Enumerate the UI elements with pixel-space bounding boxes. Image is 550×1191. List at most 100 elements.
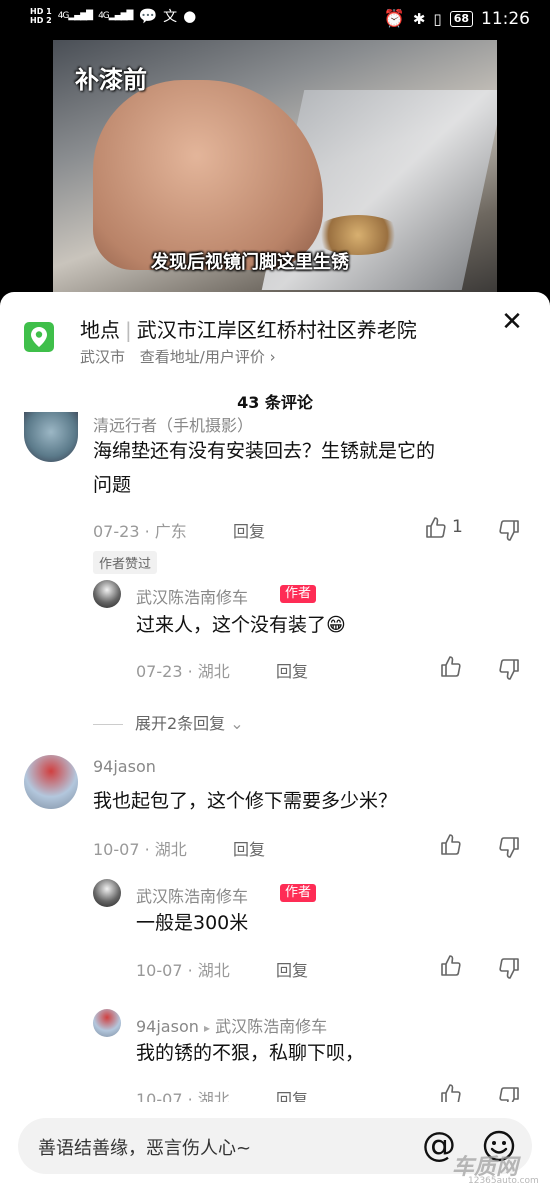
reply-to-arrow-icon: ▸ [203,1021,210,1035]
status-bar: HD 1 HD 2 4G▂▄▆█ 4G▂▄▆█ 💬 文 ● ⏰ ✱ ▯ 68 1… [0,0,550,40]
battery-icon: 68 [449,11,473,27]
mention-icon[interactable]: @ [422,1126,456,1164]
translate-icon: 文 [163,9,178,25]
comment-text-line: 海绵垫还有没有安装回去？生锈就是它的 [93,440,436,462]
expand-label: 展开2条回复 [135,714,226,733]
location-separator: | [125,318,132,342]
video-player[interactable]: 补漆前 发现后视镜门脚这里生锈 [53,40,497,292]
dislike-icon[interactable] [497,956,521,980]
comment-username[interactable]: 清远行者（手机摄影） [93,412,253,436]
comment-username-row: 94jason ▸ 武汉陈浩南修车 [136,1013,327,1037]
status-right: ⏰ ✱ ▯ 68 11:26 [384,9,530,29]
comment-username[interactable]: 武汉陈浩南修车 [136,584,248,608]
watermark-url: 12365auto.com [468,1176,539,1186]
location-pin-icon [24,322,54,352]
meta-separator: · [187,662,193,681]
bluetooth-icon: ✱ [412,10,426,28]
vibrate-icon: ▯ [433,10,442,28]
view-address-link[interactable]: 查看地址/用户评价 › [140,348,276,366]
comment-region: 湖北 [154,840,187,859]
reply-button[interactable]: 回复 [276,658,308,682]
like-icon[interactable] [424,516,448,540]
comment-region: 湖北 [197,961,230,980]
like-icon[interactable] [439,655,463,679]
dislike-icon[interactable] [497,1085,521,1102]
comment-count: 43 条评论 [237,393,313,412]
comment-username[interactable]: 94jason [136,1017,199,1036]
location-city: 武汉市 [80,348,126,366]
clock: 11:26 [481,9,530,29]
status-left: HD 1 HD 2 4G▂▄▆█ 4G▂▄▆█ 💬 文 ● [30,6,196,26]
meta-separator: · [144,522,150,541]
location-name: 武汉市江岸区红桥村社区养老院 [136,318,417,342]
comment-username[interactable]: 94jason [93,757,156,776]
comment-date: 07-23 [93,522,140,541]
comment-region: 湖北 [197,662,230,681]
avatar[interactable] [93,879,121,907]
reply-button[interactable]: 回复 [276,1086,308,1102]
comment-date: 10-07 [136,961,183,980]
chevron-down-icon: ⌄ [230,714,244,733]
comment-text: 海绵垫还有没有安装回去？生锈就是它的 问题 [93,434,435,502]
dislike-icon[interactable] [497,657,521,681]
comment-username[interactable]: 武汉陈浩南修车 [136,883,248,907]
comments-sheet: 地点 | 武汉市江岸区红桥村社区养老院 武汉市 查看地址/用户评价 › ✕ 43 条… [0,292,550,1191]
reply-button[interactable]: 回复 [276,957,308,981]
like-icon[interactable] [439,954,463,978]
sim1-label: HD 1 [30,7,52,16]
sim-indicators: HD 1 HD 2 [30,7,52,25]
divider [93,724,123,725]
comment-meta: 10-07 · 湖北 [93,836,187,860]
reply-to-username[interactable]: 武汉陈浩南修车 [215,1017,327,1036]
comment-meta: 10-07 · 湖北 [136,1086,230,1102]
comment-region: 广东 [154,522,187,541]
like-icon[interactable] [439,1083,463,1102]
avatar[interactable] [24,755,78,809]
author-liked-chip: 作者赞过 [93,551,158,574]
chevron-right-icon: › [269,348,276,366]
hand-image [93,80,323,270]
pin-glyph [31,327,47,347]
dislike-icon[interactable] [497,835,521,859]
comment-date: 10-07 [136,1090,183,1102]
alarm-icon: ⏰ [383,9,405,29]
reply-button[interactable]: 回复 [233,836,265,860]
author-badge: 作者 [280,585,317,603]
avatar[interactable] [93,580,121,608]
video-overlay-title: 补漆前 [75,66,147,94]
expand-replies-button[interactable]: 展开2条回复 ⌄ [93,710,244,734]
comment-date: 10-07 [93,840,140,859]
meta-separator: · [187,1090,193,1102]
dislike-icon[interactable] [497,518,521,542]
sim2-label: HD 2 [30,16,52,25]
signal-icon: 4G▂▄▆█ [57,11,93,21]
video-subtitle: 发现后视镜门脚这里生锈 [151,252,349,273]
reply-button[interactable]: 回复 [233,518,265,542]
view-address-label: 查看地址/用户评价 [139,348,265,366]
signal2-icon: 4G▂▄▆█ [98,11,133,21]
meta-separator: · [187,961,193,980]
location-subtitle: 武汉市 查看地址/用户评价 › [80,346,276,367]
comment-input-placeholder: 善语结善缘，恶言伤人心~ [38,1138,252,1159]
close-icon[interactable]: ✕ [498,308,526,336]
comment-meta: 10-07 · 湖北 [136,957,230,981]
comment-meta: 07-23 · 湖北 [136,658,230,682]
author-badge: 作者 [280,884,317,902]
comment-meta: 07-23 · 广东 [93,518,187,542]
comment-text: 我的锈的不狠，私聊下呗， [136,1042,365,1064]
location-label: 地点 [80,318,120,342]
comment-date: 07-23 [136,662,183,681]
avatar[interactable] [93,1009,121,1037]
location-title[interactable]: 地点 | 武汉市江岸区红桥村社区养老院 [80,314,417,343]
comment-list[interactable]: 清远行者（手机摄影） 海绵垫还有没有安装回去？生锈就是它的 问题 07-23 ·… [0,412,550,1102]
comment-text-line: 问题 [93,474,132,496]
like-icon[interactable] [439,833,463,857]
comment-text: 我也起包了，这个修下需要多少米？ [93,790,398,812]
qq-icon: ● [183,7,197,25]
comment-text: 过来人，这个没有装了😁 [136,614,346,636]
like-count: 1 [452,517,463,537]
meta-separator: · [144,840,150,859]
message-icon: 💬 [138,7,158,25]
avatar[interactable] [24,412,78,462]
signal1-label: 4G [57,11,70,21]
